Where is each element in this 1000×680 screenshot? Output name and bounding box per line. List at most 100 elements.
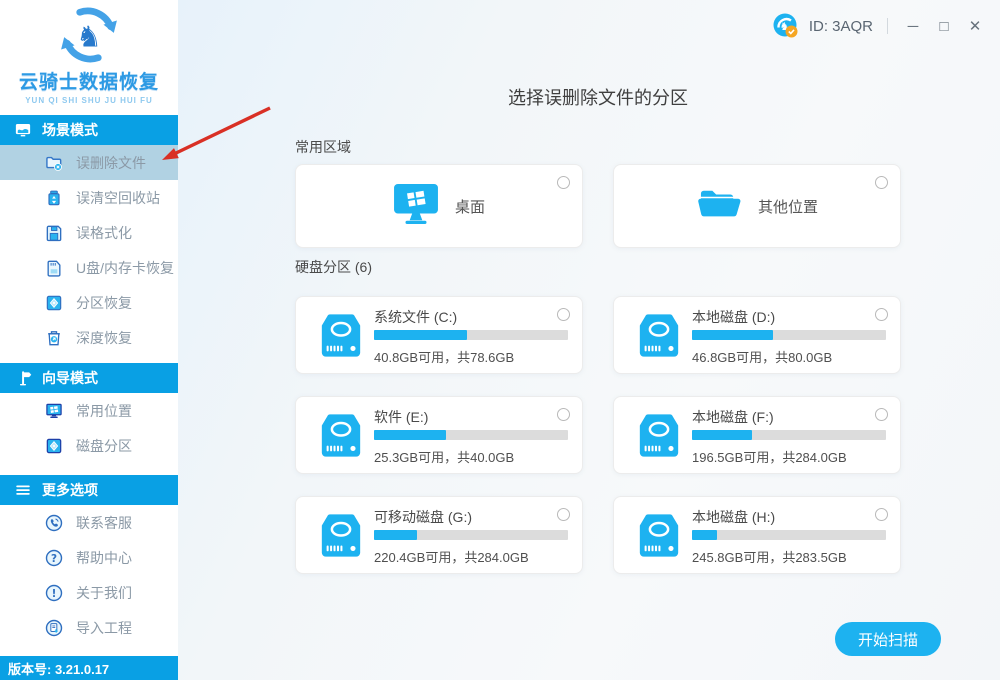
deleted-files-icon bbox=[44, 153, 64, 173]
partition-capacity: 245.8GB可用，共283.5GB bbox=[692, 550, 847, 565]
radio-unselected[interactable] bbox=[557, 176, 570, 189]
partition-name: 本地磁盘 (H:) bbox=[692, 509, 776, 525]
disk-drive-icon bbox=[636, 313, 682, 358]
sidebar-section-scene-mode: 场景模式 bbox=[0, 115, 178, 145]
sidebar-item-label: 分区恢复 bbox=[76, 294, 132, 311]
common-card-other-location[interactable]: 其他位置 bbox=[613, 164, 901, 248]
partition-grid: 系统文件 (C:) 40.8GB可用，共78.6GB 本地磁盘 (D:) 46.8GB… bbox=[295, 296, 901, 574]
partition-usage-bar bbox=[374, 430, 568, 440]
disk-drive-icon bbox=[318, 413, 364, 458]
radio-unselected[interactable] bbox=[557, 408, 570, 421]
partition-card-e[interactable]: 软件 (E:) 25.3GB可用，共40.0GB bbox=[295, 396, 583, 474]
radio-unselected[interactable] bbox=[875, 408, 888, 421]
common-card-label: 桌面 bbox=[454, 198, 485, 216]
partition-card-h[interactable]: 本地磁盘 (H:) 245.8GB可用，共283.5GB bbox=[613, 496, 901, 574]
partition-capacity: 196.5GB可用，共284.0GB bbox=[692, 450, 847, 465]
partition-usage-fill bbox=[374, 330, 468, 340]
minimize-button[interactable]: ─ bbox=[902, 15, 924, 37]
disk-drive-icon bbox=[636, 413, 682, 458]
partition-icon bbox=[44, 293, 64, 313]
sidebar-item-label: 深度恢复 bbox=[76, 329, 132, 346]
partition-usage-fill bbox=[692, 330, 774, 340]
partition-name: 软件 (E:) bbox=[374, 409, 429, 425]
radio-unselected[interactable] bbox=[557, 308, 570, 321]
help-center-icon: ? bbox=[44, 548, 64, 568]
sidebar-item-formatted[interactable]: 误格式化 bbox=[0, 215, 178, 250]
recycle-bin-icon bbox=[44, 188, 64, 208]
partition-usage-bar bbox=[692, 530, 886, 540]
deep-recovery-icon bbox=[44, 328, 64, 348]
sidebar-item-label: 常用位置 bbox=[76, 402, 132, 419]
partition-card-c[interactable]: 系统文件 (C:) 40.8GB可用，共78.6GB bbox=[295, 296, 583, 374]
sidebar-item-partition-recovery[interactable]: 分区恢复 bbox=[0, 285, 178, 320]
sidebar-item-label: 联系客服 bbox=[76, 514, 132, 531]
partition-card-d[interactable]: 本地磁盘 (D:) 46.8GB可用，共80.0GB bbox=[613, 296, 901, 374]
sidebar-item-deep-recovery[interactable]: 深度恢复 bbox=[0, 320, 178, 355]
common-section-label: 常用区域 bbox=[295, 139, 351, 155]
sidebar-item-about-us[interactable]: ! 关于我们 bbox=[0, 575, 178, 610]
close-button[interactable]: ✕ bbox=[964, 15, 986, 37]
svg-text:♞: ♞ bbox=[76, 19, 102, 53]
scene-mode-icon bbox=[14, 121, 32, 139]
sidebar-section-more-options: 更多选项 bbox=[0, 475, 178, 505]
partition-capacity: 40.8GB可用，共78.6GB bbox=[374, 350, 515, 365]
sidebar-item-label: 关于我们 bbox=[76, 584, 132, 601]
more-options-icon bbox=[14, 481, 32, 499]
common-card-desktop[interactable]: 桌面 bbox=[295, 164, 583, 248]
sidebar-item-help-center[interactable]: ? 帮助中心 bbox=[0, 540, 178, 575]
app-tagline: YUN QI SHI SHU JU HUI FU bbox=[25, 96, 153, 105]
sidebar-item-label: 误删除文件 bbox=[76, 154, 146, 171]
sidebar-item-label: U盘/内存卡恢复 bbox=[76, 259, 174, 276]
usb-card-icon bbox=[44, 258, 64, 278]
sidebar-item-usb-memory-card[interactable]: U盘/内存卡恢复 bbox=[0, 250, 178, 285]
content-area: 选择误删除文件的分区 常用区域 桌面 其他位置 硬盘分区 (6) 系统文件 (C:… bbox=[295, 0, 941, 680]
radio-unselected[interactable] bbox=[875, 508, 888, 521]
common-card-label: 其他位置 bbox=[757, 198, 818, 216]
partition-usage-bar bbox=[374, 530, 568, 540]
page-title: 选择误删除文件的分区 bbox=[508, 88, 688, 108]
partition-usage-bar bbox=[692, 430, 886, 440]
sidebar-item-disk-partitions[interactable]: 磁盘分区 bbox=[0, 428, 178, 463]
partition-name: 本地磁盘 (D:) bbox=[692, 309, 776, 325]
radio-unselected[interactable] bbox=[557, 508, 570, 521]
sidebar-item-deleted-files[interactable]: 误删除文件 bbox=[0, 145, 178, 180]
svg-text:!: ! bbox=[52, 587, 57, 599]
radio-unselected[interactable] bbox=[875, 176, 888, 189]
contact-support-icon bbox=[44, 513, 64, 533]
other-location-icon bbox=[696, 185, 742, 228]
sidebar-section-label: 更多选项 bbox=[42, 482, 98, 498]
partition-section-label: 硬盘分区 (6) bbox=[295, 259, 372, 275]
svg-text:?: ? bbox=[51, 552, 57, 564]
sidebar-section-wizard-mode: 向导模式 bbox=[0, 363, 178, 393]
app-logo: ♞ 云骑士数据恢复 YUN QI SHI SHU JU HUI FU bbox=[0, 0, 178, 115]
partition-name: 系统文件 (C:) bbox=[374, 309, 458, 325]
main-panel: ♞ ID: 3AQR ─ □ ✕ 选择误删除文件的分区 常用区域 桌面 其他位置 … bbox=[178, 0, 1000, 680]
partition-usage-fill bbox=[374, 430, 446, 440]
formatted-icon bbox=[44, 223, 64, 243]
sidebar-item-label: 误清空回收站 bbox=[76, 189, 160, 206]
sidebar-item-emptied-recycle-bin[interactable]: 误清空回收站 bbox=[0, 180, 178, 215]
import-project-icon bbox=[44, 618, 64, 638]
sidebar-item-contact-support[interactable]: 联系客服 bbox=[0, 505, 178, 540]
disk-drive-icon bbox=[636, 513, 682, 558]
partition-usage-fill bbox=[692, 430, 753, 440]
partition-capacity: 25.3GB可用，共40.0GB bbox=[374, 450, 515, 465]
common-location-icon bbox=[44, 401, 64, 421]
sidebar-section-label: 向导模式 bbox=[42, 370, 98, 386]
partition-usage-bar bbox=[692, 330, 886, 340]
radio-unselected[interactable] bbox=[875, 308, 888, 321]
disk-drive-icon bbox=[318, 313, 364, 358]
start-scan-button[interactable]: 开始扫描 bbox=[835, 622, 941, 656]
desktop-icon bbox=[393, 183, 439, 230]
sidebar-item-label: 误格式化 bbox=[76, 224, 132, 241]
partition-card-f[interactable]: 本地磁盘 (F:) 196.5GB可用，共284.0GB bbox=[613, 396, 901, 474]
partition-name: 可移动磁盘 (G:) bbox=[374, 509, 472, 525]
version-bar: 版本号: 3.21.0.17 bbox=[0, 656, 178, 680]
app-name: 云骑士数据恢复 bbox=[18, 72, 159, 93]
sidebar-item-import-project[interactable]: 导入工程 bbox=[0, 610, 178, 645]
sidebar-item-common-locations[interactable]: 常用位置 bbox=[0, 393, 178, 428]
partition-capacity: 46.8GB可用，共80.0GB bbox=[692, 350, 833, 365]
partition-card-g[interactable]: 可移动磁盘 (G:) 220.4GB可用，共284.0GB bbox=[295, 496, 583, 574]
sidebar-item-label: 导入工程 bbox=[76, 619, 132, 636]
maximize-button[interactable]: □ bbox=[933, 15, 955, 37]
